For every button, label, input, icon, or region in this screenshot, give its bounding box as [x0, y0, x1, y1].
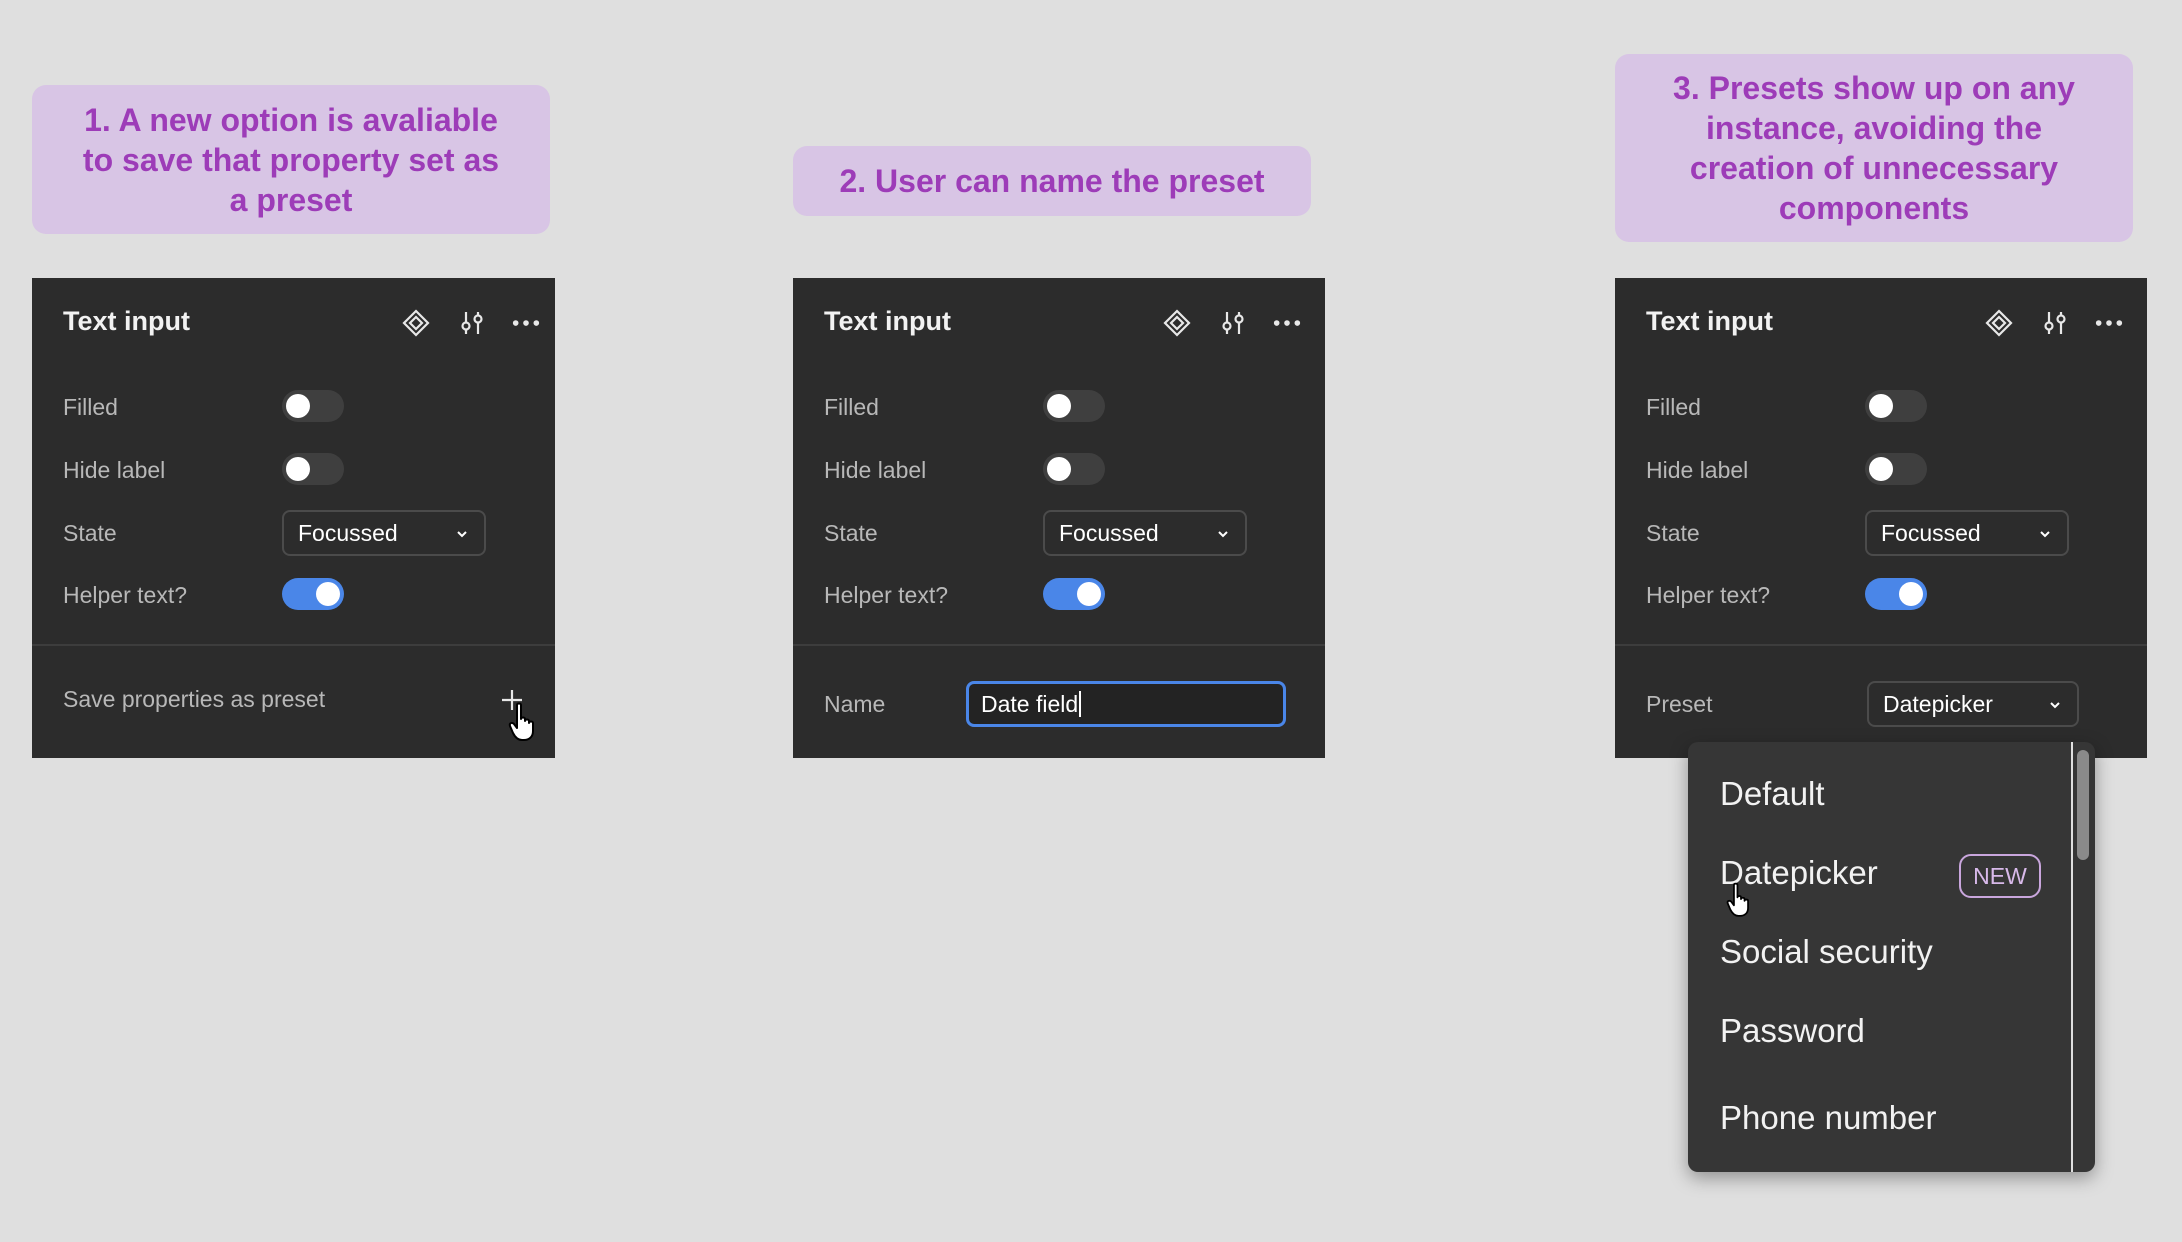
panel-title: Text input [1646, 306, 1773, 336]
filled-toggle[interactable] [1865, 390, 1927, 422]
hand-cursor-icon [508, 702, 534, 741]
preset-value: Datepicker [1883, 690, 1993, 717]
sliders-icon[interactable] [457, 308, 487, 338]
note-line: a preset [229, 181, 353, 218]
component-icon[interactable] [1984, 308, 2014, 338]
properties-panel-step-3: Text input Filled Hide label State Focus… [1615, 278, 2147, 758]
preset-option-password[interactable]: Password [1720, 1012, 1865, 1050]
preset-label: Preset [1646, 691, 1713, 717]
preset-select[interactable]: Datepicker [1867, 681, 2079, 727]
preset-name-input[interactable]: Date field [966, 681, 1286, 727]
properties-panel-step-1: Text input Filled Hide label State Focus… [32, 278, 555, 758]
state-value: Focussed [1881, 519, 1981, 546]
new-badge: NEW [1959, 854, 2041, 898]
label-filled: Filled [63, 394, 118, 420]
scrollbar-track [2071, 742, 2073, 1172]
label-hide-label: Hide label [1646, 457, 1749, 483]
more-icon[interactable] [2094, 308, 2124, 338]
divider [32, 644, 555, 646]
label-helper-text: Helper text? [63, 582, 188, 608]
panel-title: Text input [824, 306, 951, 336]
note-line: instance, avoiding the [1705, 110, 2043, 146]
component-icon[interactable] [401, 308, 431, 338]
filled-toggle[interactable] [1043, 390, 1105, 422]
label-helper-text: Helper text? [1646, 582, 1771, 608]
divider [1615, 644, 2147, 646]
chevron-down-icon [2050, 702, 2060, 709]
preset-dropdown-menu: Default Datepicker NEW Social security P… [1688, 742, 2095, 1172]
label-hide-label: Hide label [63, 457, 166, 483]
state-select[interactable]: Focussed [282, 510, 486, 556]
more-icon[interactable] [1272, 308, 1302, 338]
sliders-icon[interactable] [2040, 308, 2070, 338]
note-step-3: 3. Presets show up on any instance, avoi… [1615, 54, 2133, 242]
text-caret [1079, 691, 1082, 717]
label-filled: Filled [824, 394, 879, 420]
hide-label-toggle[interactable] [1043, 453, 1105, 485]
preset-option-social-security[interactable]: Social security [1720, 933, 1933, 971]
state-select[interactable]: Focussed [1043, 510, 1247, 556]
label-state: State [824, 520, 878, 546]
hide-label-toggle[interactable] [282, 453, 344, 485]
state-select[interactable]: Focussed [1865, 510, 2069, 556]
note-step-2: 2. User can name the preset [793, 146, 1311, 216]
chevron-down-icon [1218, 531, 1228, 538]
properties-panel-step-2: Text input Filled Hide label State Focus… [793, 278, 1325, 758]
component-icon[interactable] [1162, 308, 1192, 338]
name-label: Name [824, 691, 886, 717]
divider [793, 644, 1325, 646]
hand-cursor-icon [1726, 882, 1749, 917]
state-value: Focussed [1059, 519, 1159, 546]
chevron-down-icon [2040, 531, 2050, 538]
note-line: creation of unnecessary [1689, 150, 2059, 186]
label-state: State [63, 520, 117, 546]
helper-text-toggle[interactable] [1865, 578, 1927, 610]
scrollbar-thumb[interactable] [2077, 750, 2089, 860]
note-line: 3. Presets show up on any [1673, 70, 2075, 106]
label-filled: Filled [1646, 394, 1701, 420]
hide-label-toggle[interactable] [1865, 453, 1927, 485]
note-line: to save that property set as [82, 141, 500, 178]
filled-toggle[interactable] [282, 390, 344, 422]
panel-title: Text input [63, 306, 190, 336]
note-line: components [1778, 190, 1970, 226]
sliders-icon[interactable] [1218, 308, 1248, 338]
chevron-down-icon [457, 531, 467, 538]
label-helper-text: Helper text? [824, 582, 949, 608]
preset-name-value: Date field [981, 690, 1079, 717]
label-state: State [1646, 520, 1700, 546]
helper-text-toggle[interactable] [1043, 578, 1105, 610]
helper-text-toggle[interactable] [282, 578, 344, 610]
state-value: Focussed [298, 519, 398, 546]
preset-option-default[interactable]: Default [1720, 775, 1825, 813]
note-step-1: 1. A new option is avaliable to save tha… [32, 85, 550, 234]
save-preset-label: Save properties as preset [63, 686, 326, 712]
note-line: 1. A new option is avaliable [84, 101, 498, 138]
more-icon[interactable] [511, 308, 541, 338]
label-hide-label: Hide label [824, 457, 927, 483]
note-line: 2. User can name the preset [839, 163, 1265, 199]
preset-option-phone-number[interactable]: Phone number [1720, 1099, 1936, 1137]
